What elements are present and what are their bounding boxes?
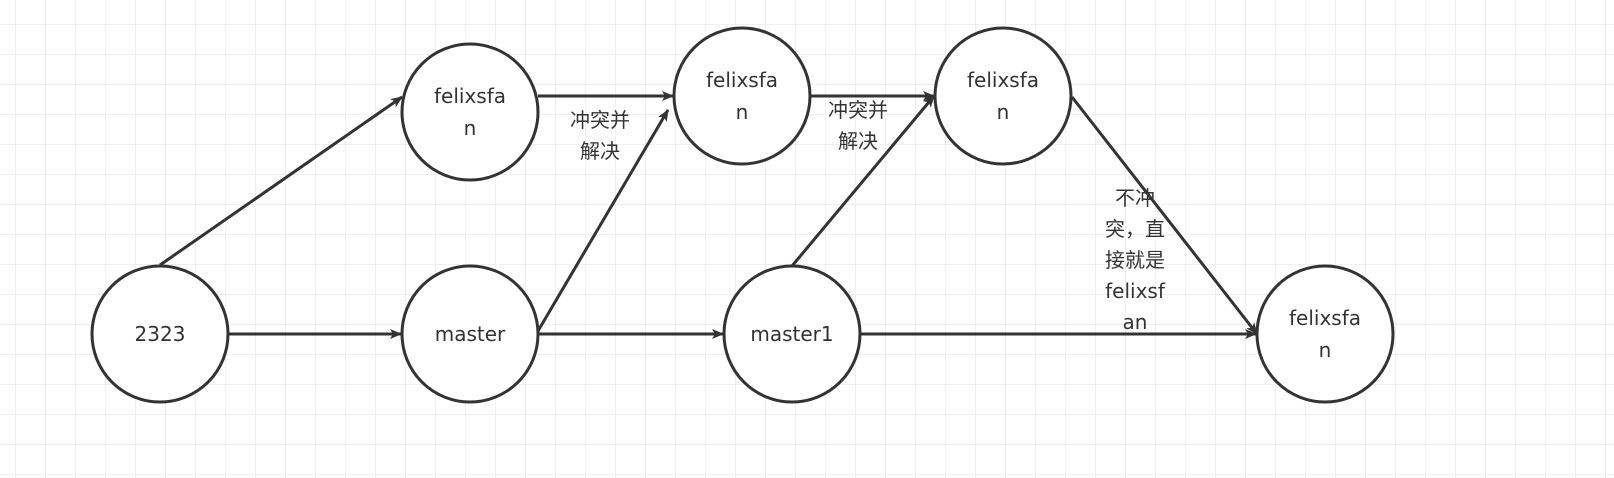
node-f3[interactable]: felixsfa n (933, 26, 1073, 166)
node-label: master (435, 322, 506, 346)
node-label: n (464, 116, 477, 140)
node-circle[interactable] (1255, 264, 1395, 404)
edge-label-line: 不冲 (1115, 186, 1155, 210)
edge-label-line: 冲突并 (570, 108, 630, 132)
node-label: felixsfa (706, 68, 778, 92)
node-master[interactable]: master (400, 264, 540, 404)
node-f4[interactable]: felixsfa n (1255, 264, 1395, 404)
node-n2323[interactable]: 2323 (90, 264, 230, 404)
edge-label-line: 解决 (838, 129, 878, 153)
node-circle[interactable] (400, 42, 540, 182)
node-label: master1 (750, 322, 833, 346)
edge-label-line: 解决 (580, 139, 620, 163)
node-master1[interactable]: master1 (722, 264, 862, 404)
diagram-canvas: 2323felixsfanmasterfelixsfanfelixsfanmas… (0, 0, 1614, 478)
node-label: felixsfa (434, 84, 506, 108)
node-label: n (736, 100, 749, 124)
node-label: felixsfa (967, 68, 1039, 92)
edge-label-line: 突，直 (1105, 217, 1165, 241)
node-label: n (1319, 338, 1332, 362)
node-f1[interactable]: felixsfa n (400, 42, 540, 182)
edge-label-line: 接就是 (1105, 248, 1165, 272)
edge-label-line: 冲突并 (828, 98, 888, 122)
edge-label-line: an (1123, 310, 1148, 334)
node-label: 2323 (135, 322, 186, 346)
node-circle[interactable] (672, 26, 812, 166)
node-label: felixsfa (1289, 306, 1361, 330)
node-circle[interactable] (933, 26, 1073, 166)
node-f2[interactable]: felixsfa n (672, 26, 812, 166)
edge-label-line: felixsf (1105, 279, 1166, 303)
node-label: n (997, 100, 1010, 124)
